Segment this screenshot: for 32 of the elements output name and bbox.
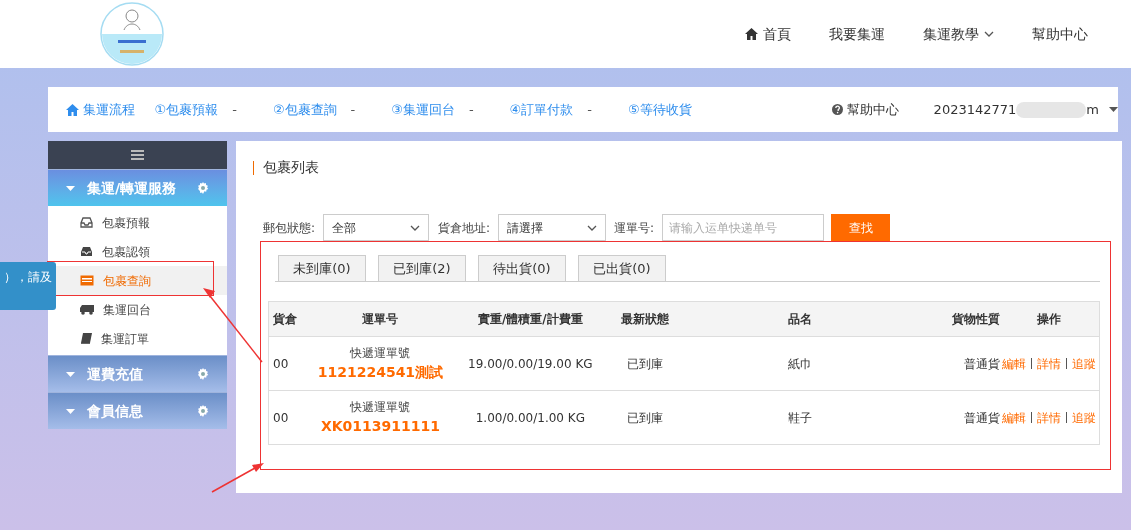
column-header: 最新狀態	[621, 312, 670, 326]
account-name: m	[1086, 100, 1099, 119]
table-cell: 19.00/0.00/19.00 KG	[468, 356, 593, 371]
panel-title: 包裹列表	[263, 158, 319, 177]
waybill-number: 1121224541測試	[317, 363, 444, 382]
column-header: 運單号	[362, 312, 399, 326]
field-label: 郵包狀態:	[263, 219, 316, 237]
separator: -	[587, 100, 592, 119]
waybill-number: XK0113911111	[320, 417, 440, 436]
table-cell: 00	[273, 356, 289, 371]
table-cell: 普通貨	[963, 410, 1000, 425]
table-cell: 鞋子	[787, 410, 812, 425]
waybill-label: 快遞運單號	[350, 399, 411, 416]
table-cell: 已到庫	[627, 410, 664, 425]
column-header: 貨物性質	[951, 312, 1000, 326]
column-header: 品名	[787, 312, 812, 326]
column-header: 貨倉	[273, 312, 297, 326]
tooltip: ），請及	[0, 262, 56, 310]
separator: -	[232, 100, 237, 119]
field-label: 運單号:	[614, 219, 655, 237]
table-cell: 1.00/0.00/1.00 KG	[475, 410, 585, 425]
column-header: 實重/體積重/計費重	[477, 312, 583, 326]
table-cell: 00	[273, 410, 289, 425]
table-cell: 紙巾	[787, 356, 812, 371]
waybill-label: 快遞運單號	[350, 345, 411, 362]
separator: -	[468, 100, 474, 119]
account-name: 2023142771	[933, 100, 1017, 119]
table-cell: 已到庫	[627, 356, 664, 371]
table-cell: 普通貨	[963, 356, 1000, 371]
separator: -	[350, 100, 356, 119]
column-header: 操作	[1037, 312, 1062, 326]
field-label: 貨倉地址:	[438, 219, 491, 237]
